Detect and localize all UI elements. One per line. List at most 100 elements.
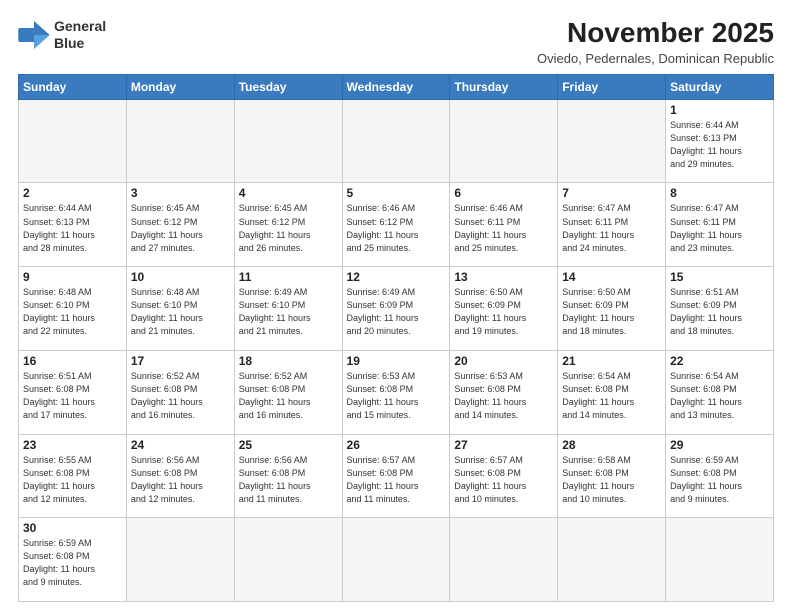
- calendar-cell: 4 Sunrise: 6:45 AM Sunset: 6:12 PM Daylig…: [234, 183, 342, 267]
- col-header-saturday: Saturday: [666, 74, 774, 99]
- calendar-cell: [558, 518, 666, 602]
- day-number: 3: [131, 186, 230, 200]
- calendar-cell: [666, 518, 774, 602]
- logo: General Blue: [18, 18, 106, 52]
- day-info: Sunrise: 6:54 AM Sunset: 6:08 PM Dayligh…: [670, 370, 769, 422]
- day-number: 12: [347, 270, 446, 284]
- day-info: Sunrise: 6:46 AM Sunset: 6:11 PM Dayligh…: [454, 202, 553, 254]
- calendar-week-row: 9 Sunrise: 6:48 AM Sunset: 6:10 PM Daylig…: [19, 267, 774, 351]
- day-info: Sunrise: 6:50 AM Sunset: 6:09 PM Dayligh…: [562, 286, 661, 338]
- calendar-cell: 16Sunrise: 6:51 AM Sunset: 6:08 PM Dayli…: [19, 350, 127, 434]
- calendar-cell: [126, 99, 234, 183]
- day-info: Sunrise: 6:59 AM Sunset: 6:08 PM Dayligh…: [23, 537, 122, 589]
- calendar-cell: [126, 518, 234, 602]
- day-number: 28: [562, 438, 661, 452]
- calendar-cell: 17 Sunrise: 6:52 AM Sunset: 6:08 PM Dayli…: [126, 350, 234, 434]
- day-info: Sunrise: 6:57 AM Sunset: 6:08 PM Dayligh…: [347, 454, 446, 506]
- day-number: 22: [670, 354, 769, 368]
- calendar-cell: 2 Sunrise: 6:44 AM Sunset: 6:13 PM Daylig…: [19, 183, 127, 267]
- calendar-cell: 7Sunrise: 6:47 AM Sunset: 6:11 PM Daylig…: [558, 183, 666, 267]
- calendar-cell: 9 Sunrise: 6:48 AM Sunset: 6:10 PM Daylig…: [19, 267, 127, 351]
- day-number: 19: [347, 354, 446, 368]
- day-number: 29: [670, 438, 769, 452]
- calendar-cell: 14 Sunrise: 6:50 AM Sunset: 6:09 PM Dayli…: [558, 267, 666, 351]
- day-info: Sunrise: 6:45 AM Sunset: 6:12 PM Dayligh…: [239, 202, 338, 254]
- calendar-cell: 3 Sunrise: 6:45 AM Sunset: 6:12 PM Daylig…: [126, 183, 234, 267]
- calendar-cell: [558, 99, 666, 183]
- calendar-cell: 18 Sunrise: 6:52 AM Sunset: 6:08 PM Dayli…: [234, 350, 342, 434]
- col-header-monday: Monday: [126, 74, 234, 99]
- calendar-week-row: 30 Sunrise: 6:59 AM Sunset: 6:08 PM Dayli…: [19, 518, 774, 602]
- col-header-sunday: Sunday: [19, 74, 127, 99]
- day-info: Sunrise: 6:44 AM Sunset: 6:13 PM Dayligh…: [670, 119, 769, 171]
- col-header-tuesday: Tuesday: [234, 74, 342, 99]
- day-number: 2: [23, 186, 122, 200]
- day-info: Sunrise: 6:53 AM Sunset: 6:08 PM Dayligh…: [454, 370, 553, 422]
- day-number: 15: [670, 270, 769, 284]
- day-info: Sunrise: 6:48 AM Sunset: 6:10 PM Dayligh…: [23, 286, 122, 338]
- day-number: 24: [131, 438, 230, 452]
- calendar-cell: [342, 518, 450, 602]
- calendar-week-row: 16Sunrise: 6:51 AM Sunset: 6:08 PM Dayli…: [19, 350, 774, 434]
- calendar-cell: 29Sunrise: 6:59 AM Sunset: 6:08 PM Dayli…: [666, 434, 774, 518]
- day-info: Sunrise: 6:50 AM Sunset: 6:09 PM Dayligh…: [454, 286, 553, 338]
- calendar-table: SundayMondayTuesdayWednesdayThursdayFrid…: [18, 74, 774, 602]
- logo-icon: [18, 21, 50, 49]
- day-number: 10: [131, 270, 230, 284]
- day-number: 23: [23, 438, 122, 452]
- calendar-cell: 5Sunrise: 6:46 AM Sunset: 6:12 PM Daylig…: [342, 183, 450, 267]
- day-info: Sunrise: 6:57 AM Sunset: 6:08 PM Dayligh…: [454, 454, 553, 506]
- calendar-cell: 15 Sunrise: 6:51 AM Sunset: 6:09 PM Dayli…: [666, 267, 774, 351]
- header: General Blue November 2025 Oviedo, Peder…: [18, 18, 774, 66]
- calendar-cell: [234, 518, 342, 602]
- col-header-wednesday: Wednesday: [342, 74, 450, 99]
- day-info: Sunrise: 6:51 AM Sunset: 6:08 PM Dayligh…: [23, 370, 122, 422]
- calendar-cell: 6Sunrise: 6:46 AM Sunset: 6:11 PM Daylig…: [450, 183, 558, 267]
- calendar-cell: [19, 99, 127, 183]
- day-info: Sunrise: 6:52 AM Sunset: 6:08 PM Dayligh…: [131, 370, 230, 422]
- calendar-cell: 10 Sunrise: 6:48 AM Sunset: 6:10 PM Dayli…: [126, 267, 234, 351]
- day-number: 25: [239, 438, 338, 452]
- day-info: Sunrise: 6:44 AM Sunset: 6:13 PM Dayligh…: [23, 202, 122, 254]
- calendar-cell: 23Sunrise: 6:55 AM Sunset: 6:08 PM Dayli…: [19, 434, 127, 518]
- day-info: Sunrise: 6:45 AM Sunset: 6:12 PM Dayligh…: [131, 202, 230, 254]
- day-number: 30: [23, 521, 122, 535]
- col-header-thursday: Thursday: [450, 74, 558, 99]
- page: General Blue November 2025 Oviedo, Peder…: [0, 0, 792, 612]
- col-header-friday: Friday: [558, 74, 666, 99]
- calendar-cell: [450, 99, 558, 183]
- calendar-cell: 11Sunrise: 6:49 AM Sunset: 6:10 PM Dayli…: [234, 267, 342, 351]
- calendar-header-row: SundayMondayTuesdayWednesdayThursdayFrid…: [19, 74, 774, 99]
- day-info: Sunrise: 6:48 AM Sunset: 6:10 PM Dayligh…: [131, 286, 230, 338]
- calendar-cell: 8Sunrise: 6:47 AM Sunset: 6:11 PM Daylig…: [666, 183, 774, 267]
- day-number: 7: [562, 186, 661, 200]
- calendar-cell: 25 Sunrise: 6:56 AM Sunset: 6:08 PM Dayli…: [234, 434, 342, 518]
- day-number: 14: [562, 270, 661, 284]
- calendar-cell: 22 Sunrise: 6:54 AM Sunset: 6:08 PM Dayli…: [666, 350, 774, 434]
- day-number: 8: [670, 186, 769, 200]
- logo-line2: Blue: [54, 35, 84, 51]
- day-info: Sunrise: 6:56 AM Sunset: 6:08 PM Dayligh…: [239, 454, 338, 506]
- day-info: Sunrise: 6:52 AM Sunset: 6:08 PM Dayligh…: [239, 370, 338, 422]
- day-info: Sunrise: 6:53 AM Sunset: 6:08 PM Dayligh…: [347, 370, 446, 422]
- day-number: 18: [239, 354, 338, 368]
- day-info: Sunrise: 6:54 AM Sunset: 6:08 PM Dayligh…: [562, 370, 661, 422]
- day-info: Sunrise: 6:51 AM Sunset: 6:09 PM Dayligh…: [670, 286, 769, 338]
- calendar-cell: 28Sunrise: 6:58 AM Sunset: 6:08 PM Dayli…: [558, 434, 666, 518]
- day-info: Sunrise: 6:56 AM Sunset: 6:08 PM Dayligh…: [131, 454, 230, 506]
- title-block: November 2025 Oviedo, Pedernales, Domini…: [537, 18, 774, 66]
- day-number: 4: [239, 186, 338, 200]
- calendar-cell: 27Sunrise: 6:57 AM Sunset: 6:08 PM Dayli…: [450, 434, 558, 518]
- calendar-cell: 26 Sunrise: 6:57 AM Sunset: 6:08 PM Dayli…: [342, 434, 450, 518]
- calendar-cell: [234, 99, 342, 183]
- calendar-cell: 12Sunrise: 6:49 AM Sunset: 6:09 PM Dayli…: [342, 267, 450, 351]
- calendar-cell: [450, 518, 558, 602]
- day-number: 26: [347, 438, 446, 452]
- calendar-cell: 24 Sunrise: 6:56 AM Sunset: 6:08 PM Dayli…: [126, 434, 234, 518]
- month-title: November 2025: [537, 18, 774, 49]
- day-number: 9: [23, 270, 122, 284]
- day-info: Sunrise: 6:46 AM Sunset: 6:12 PM Dayligh…: [347, 202, 446, 254]
- day-number: 17: [131, 354, 230, 368]
- day-number: 1: [670, 103, 769, 117]
- calendar-week-row: 23Sunrise: 6:55 AM Sunset: 6:08 PM Dayli…: [19, 434, 774, 518]
